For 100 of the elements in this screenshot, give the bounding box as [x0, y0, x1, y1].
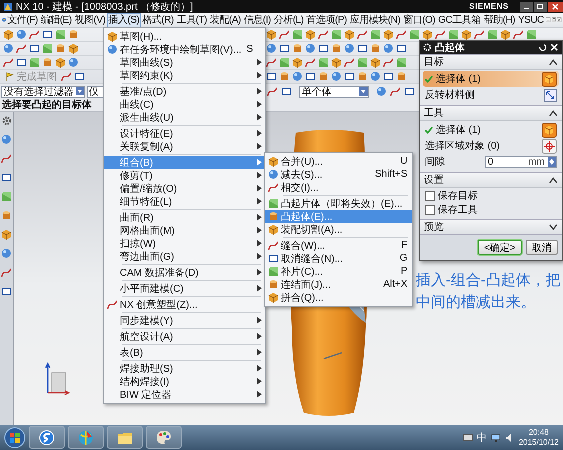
collapse-icon[interactable] [549, 110, 558, 116]
section-header[interactable]: 目标 [420, 54, 562, 69]
curve-icon[interactable] [344, 57, 355, 68]
cube-icon[interactable] [268, 292, 278, 303]
curve-icon[interactable] [3, 57, 14, 68]
minimize-icon[interactable] [520, 2, 533, 12]
rectangle-icon[interactable] [16, 57, 27, 68]
keyboard-icon[interactable] [462, 432, 473, 442]
menu-item[interactable]: 小平面建模(C) [104, 282, 266, 295]
curve-icon[interactable] [390, 86, 401, 97]
menu-item[interactable]: 曲线(C) [104, 98, 266, 111]
menu-item[interactable]: 派生曲线(U) [104, 111, 266, 124]
curve-icon[interactable] [266, 57, 277, 68]
menu-item[interactable]: CAM 数据准备(D) [104, 266, 266, 279]
rectangle-icon[interactable] [1, 172, 12, 183]
rectangle-icon[interactable] [42, 29, 53, 40]
cube-icon[interactable] [55, 57, 66, 68]
clock-date[interactable]: 2015/10/12 [518, 438, 559, 448]
cube-icon[interactable] [68, 43, 79, 54]
network-icon[interactable] [490, 432, 501, 442]
rectangle-icon[interactable] [344, 71, 355, 82]
reverse-direction-icon[interactable] [544, 88, 557, 102]
dialog-button[interactable]: <确定> [478, 240, 522, 255]
rectangle-icon[interactable] [266, 71, 277, 82]
menu-item[interactable]: 航空设计(A) [104, 330, 266, 343]
menu-item[interactable]: 装配切割(A)... [265, 223, 412, 236]
curve-icon[interactable] [305, 57, 316, 68]
menu-item[interactable]: 结构焊接(I) [104, 375, 266, 388]
curve-icon[interactable] [268, 240, 278, 251]
menu-item[interactable]: 草图曲线(S) [104, 56, 266, 69]
menu-item[interactable]: 关联复制(A) [104, 140, 266, 153]
menu-item[interactable]: 连结面(J)... Alt+X [265, 278, 412, 291]
menu-bar-item[interactable]: 应用模块(N) [349, 14, 402, 26]
curve-icon[interactable] [1, 267, 12, 278]
curve-icon[interactable] [267, 86, 278, 97]
menu-bar-item[interactable]: 插入(S) [108, 14, 140, 26]
menu-bar-item[interactable]: GC工具箱 [437, 14, 482, 26]
rectangle-icon[interactable] [29, 43, 40, 54]
cube-icon[interactable] [542, 72, 557, 86]
cube-icon[interactable] [3, 29, 14, 40]
cube-icon[interactable] [268, 224, 278, 235]
menu-item[interactable]: 扫掠(W) [104, 237, 266, 250]
sphere-icon[interactable] [376, 86, 387, 97]
curve-icon[interactable] [61, 71, 72, 82]
menu-bar-item[interactable]: 窗口(O) [402, 14, 436, 26]
close-icon[interactable] [548, 2, 563, 12]
sphere-icon[interactable] [266, 43, 277, 54]
restore-icon[interactable] [552, 15, 556, 25]
taskbar-button[interactable] [107, 426, 143, 449]
cube-icon[interactable] [383, 29, 394, 40]
menu-item[interactable]: 减去(S)... Shift+S [265, 168, 412, 181]
menu-bar-item[interactable]: 首选项(P) [306, 14, 348, 26]
rectangle-icon[interactable] [268, 253, 278, 264]
cube-icon[interactable] [370, 57, 381, 68]
menu-item[interactable]: 缝合(W)... F [265, 239, 412, 252]
section-header[interactable]: 工具 [420, 105, 562, 120]
cube-icon[interactable] [305, 29, 316, 40]
sphere-icon[interactable] [1, 134, 12, 145]
sphere-icon[interactable] [268, 169, 278, 180]
menu-item[interactable]: 在任务环境中绘制草图(V)... S [104, 43, 266, 56]
gap-field[interactable]: 0 mm [485, 156, 557, 168]
menu-item[interactable]: NX 创意塑型(Z)... [104, 298, 266, 311]
cube-icon[interactable] [422, 29, 433, 40]
cube-icon[interactable] [268, 156, 278, 167]
menu-item[interactable]: BIW 定位器 [104, 388, 266, 401]
cube-icon[interactable] [331, 57, 342, 68]
clock-time[interactable]: 20:48 [528, 428, 549, 438]
curve-icon[interactable] [357, 29, 368, 40]
menu-bar-item[interactable]: 编辑(E) [40, 14, 73, 26]
curve-icon[interactable] [513, 29, 524, 40]
collapse-icon[interactable] [549, 176, 558, 184]
curve-icon[interactable] [16, 43, 27, 54]
rectangle-icon[interactable] [396, 43, 407, 54]
menu-item[interactable]: 草图(H)... [104, 30, 266, 43]
reset-icon[interactable] [538, 43, 547, 52]
cube-icon[interactable] [292, 57, 303, 68]
menu-item[interactable]: 凸起片体（即将失效）(E)... [265, 197, 412, 210]
menu-bar-item[interactable]: 分析(L) [272, 14, 305, 26]
rectangle-icon[interactable] [318, 43, 329, 54]
menu-item[interactable]: 补片(C)... P [265, 265, 412, 278]
menu-item[interactable]: 草图约束(K) [104, 69, 266, 82]
rectangle-icon[interactable] [305, 71, 316, 82]
curve-icon[interactable] [268, 182, 278, 193]
curve-icon[interactable] [396, 29, 407, 40]
menu-item[interactable]: 网格曲面(M) [104, 224, 266, 237]
rectangle-icon[interactable] [383, 71, 394, 82]
menu-item[interactable]: 弯边曲面(G) [104, 250, 266, 263]
curve-icon[interactable] [474, 29, 485, 40]
taskbar-button[interactable] [29, 426, 65, 449]
cylinder-icon[interactable] [268, 279, 278, 290]
block-icon[interactable] [487, 29, 498, 40]
curve-icon[interactable] [279, 29, 290, 40]
menu-item[interactable]: 修剪(T) [104, 169, 266, 182]
selection-row[interactable]: 选择体 (1) [423, 122, 559, 138]
rectangle-icon[interactable] [74, 71, 85, 82]
filter-dropdown[interactable]: 没有选择过滤器 [1, 86, 85, 98]
start-orb-icon[interactable] [4, 426, 26, 448]
rectangle-icon[interactable] [1, 286, 12, 297]
cube-icon[interactable] [344, 29, 355, 40]
checkbox[interactable] [425, 205, 435, 215]
